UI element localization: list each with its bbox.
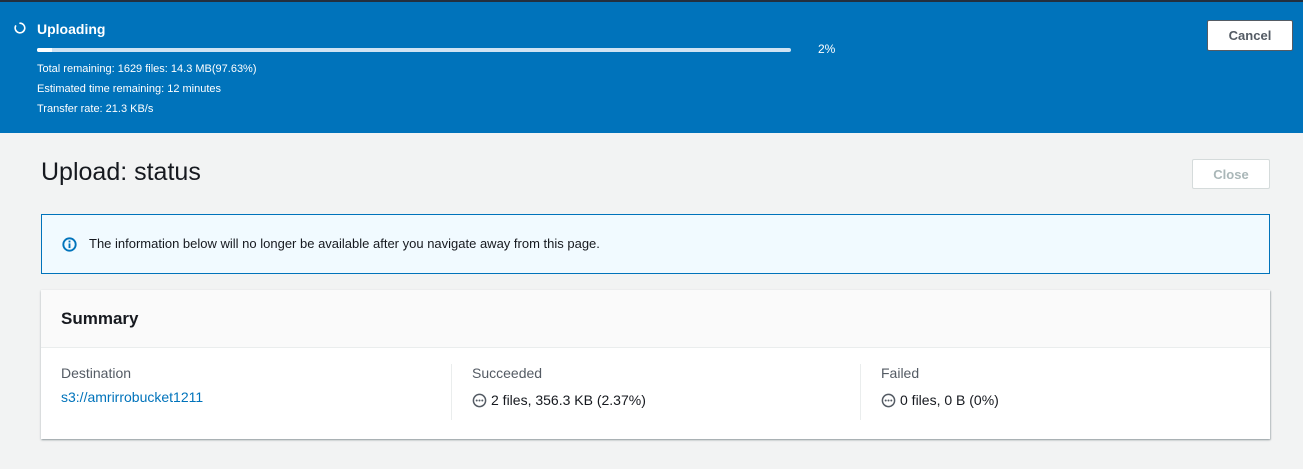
info-icon: [62, 237, 77, 252]
destination-label: Destination: [61, 365, 132, 381]
failed-column: Failed 0 files, 0 B (0%): [860, 364, 1250, 420]
info-alert: The information below will no longer be …: [41, 214, 1270, 274]
upload-progress-banner: Uploading 2% Total remaining: 1629 files…: [0, 0, 1303, 133]
cancel-button[interactable]: Cancel: [1207, 20, 1293, 51]
pending-status-icon: [472, 393, 487, 407]
summary-container: Summary Destination s3://amrirrobucket12…: [41, 290, 1270, 439]
destination-column: Destination s3://amrirrobucket1211: [61, 364, 451, 420]
upload-progress-bar: [37, 48, 791, 52]
upload-status-title: Uploading: [37, 21, 106, 37]
total-remaining-text: Total remaining: 1629 files: 14.3 MB(97.…: [37, 63, 257, 75]
upload-progress-fill: [37, 48, 53, 52]
failed-label: Failed: [881, 365, 920, 381]
succeeded-value-row: 2 files, 356.3 KB (2.37%): [472, 392, 860, 408]
close-button[interactable]: Close: [1192, 159, 1270, 189]
succeeded-label: Succeeded: [472, 365, 543, 381]
summary-header: Summary: [41, 290, 1270, 348]
loading-spinner-icon: [14, 22, 26, 34]
destination-link[interactable]: s3://amrirrobucket1211: [61, 389, 451, 405]
time-remaining-text: Estimated time remaining: 12 minutes: [37, 83, 222, 95]
upload-progress-percent: 2%: [818, 42, 836, 56]
succeeded-column: Succeeded 2 files, 356.3 KB (2.37%): [451, 364, 860, 420]
summary-heading: Summary: [61, 309, 139, 328]
succeeded-value: 2 files, 356.3 KB (2.37%): [491, 392, 646, 408]
page-title: Upload: status: [41, 158, 201, 186]
pending-status-icon: [881, 393, 896, 407]
failed-value-row: 0 files, 0 B (0%): [881, 392, 1250, 408]
info-alert-message: The information below will no longer be …: [89, 236, 600, 251]
failed-value: 0 files, 0 B (0%): [900, 392, 999, 408]
transfer-rate-text: Transfer rate: 21.3 KB/s: [37, 103, 154, 115]
